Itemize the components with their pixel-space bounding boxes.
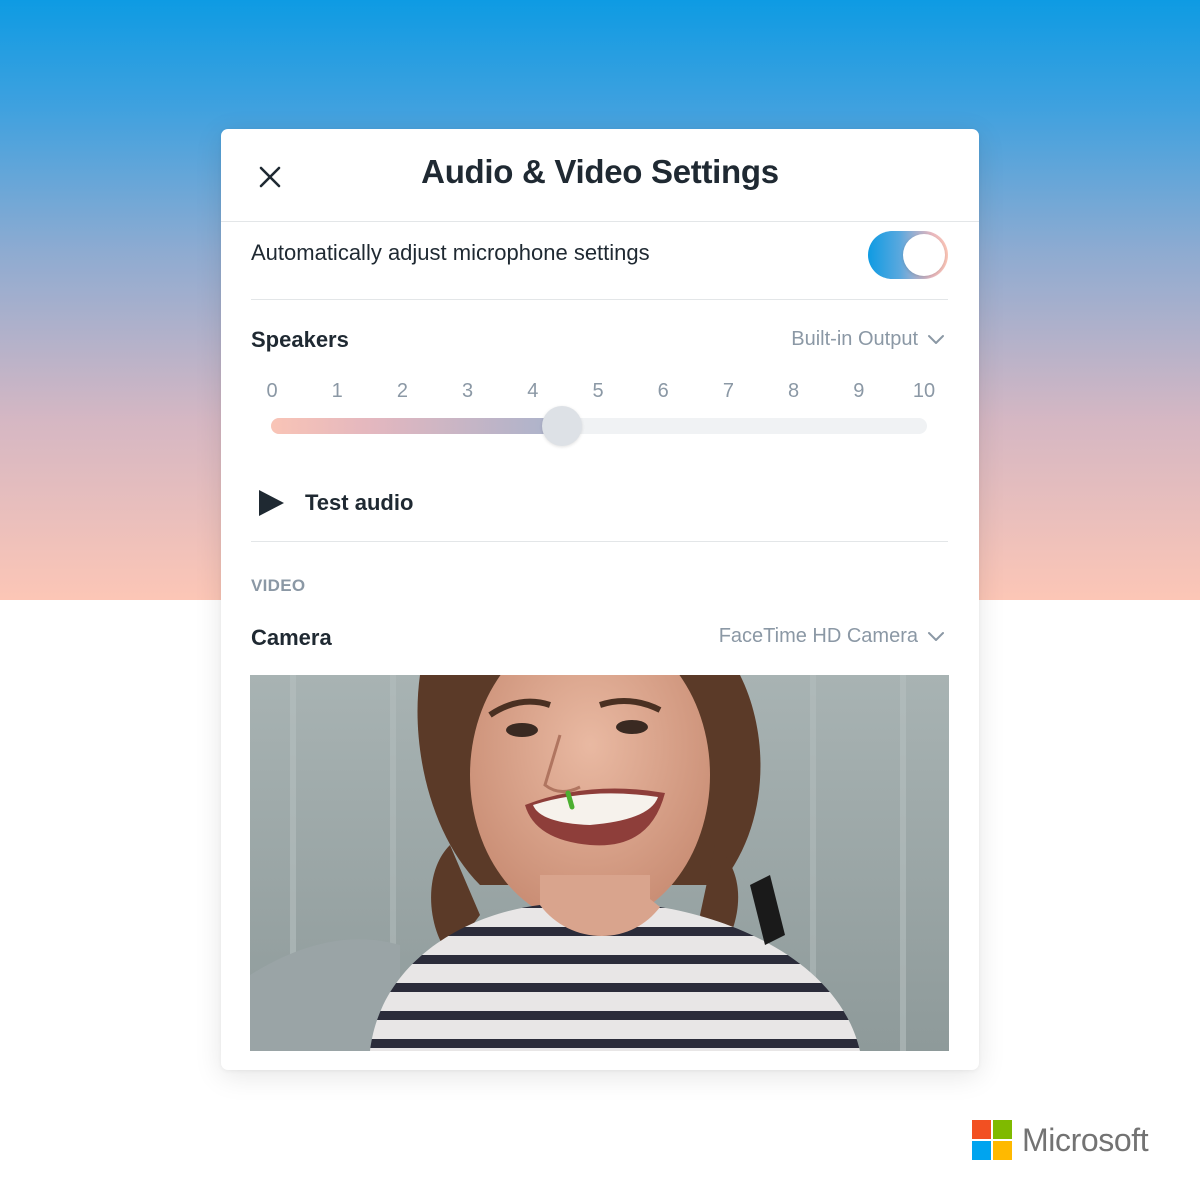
volume-tick-3: 3 [462, 380, 474, 402]
microsoft-logo-icon [972, 1120, 1012, 1160]
volume-tick-4: 4 [527, 380, 539, 402]
speakers-label: Speakers [251, 327, 349, 352]
section-divider [251, 541, 948, 542]
speakers-device-dropdown[interactable]: Built-in Output [791, 328, 946, 351]
dialog-header: Audio & Video Settings [221, 129, 979, 222]
auto-adjust-row: Automatically adjust microphone settings [251, 222, 948, 300]
speakers-device-value: Built-in Output [791, 328, 918, 350]
volume-tick-8: 8 [788, 380, 800, 402]
test-audio-button[interactable]: Test audio [257, 485, 413, 521]
auto-adjust-toggle[interactable] [868, 231, 948, 279]
logo-square-blue [972, 1141, 991, 1160]
dialog-title: Audio & Video Settings [421, 153, 779, 190]
camera-preview [250, 675, 949, 1051]
volume-slider[interactable] [271, 406, 927, 446]
chevron-down-icon [928, 631, 944, 641]
camera-label: Camera [251, 625, 332, 650]
volume-slider-fill [271, 418, 563, 434]
camera-device-dropdown[interactable]: FaceTime HD Camera [719, 625, 946, 648]
auto-adjust-label: Automatically adjust microphone settings [251, 240, 650, 265]
volume-slider-thumb[interactable] [542, 406, 583, 446]
video-section-label: VIDEO [251, 576, 306, 595]
camera-preview-image [250, 675, 949, 1051]
microsoft-wordmark: Microsoft [1022, 1121, 1149, 1158]
volume-tick-1: 1 [331, 380, 343, 402]
logo-square-red [972, 1120, 991, 1139]
volume-tick-10: 10 [912, 380, 936, 402]
settings-dialog: Audio & Video Settings Automatically adj… [221, 129, 979, 1070]
volume-tick-labels: 0 1 2 3 4 5 6 7 8 9 10 [251, 380, 948, 410]
volume-tick-2: 2 [396, 380, 408, 402]
toggle-knob [903, 234, 945, 276]
play-icon [259, 490, 284, 516]
logo-square-yellow [993, 1141, 1012, 1160]
test-audio-label: Test audio [305, 490, 414, 515]
microsoft-logo: Microsoft [972, 1120, 1149, 1160]
volume-tick-0: 0 [266, 380, 278, 402]
volume-tick-7: 7 [722, 380, 734, 402]
logo-square-green [993, 1120, 1012, 1139]
camera-device-value: FaceTime HD Camera [718, 625, 918, 647]
chevron-down-icon [928, 334, 944, 344]
volume-tick-9: 9 [853, 380, 865, 402]
volume-tick-5: 5 [592, 380, 604, 402]
volume-tick-6: 6 [657, 380, 669, 402]
